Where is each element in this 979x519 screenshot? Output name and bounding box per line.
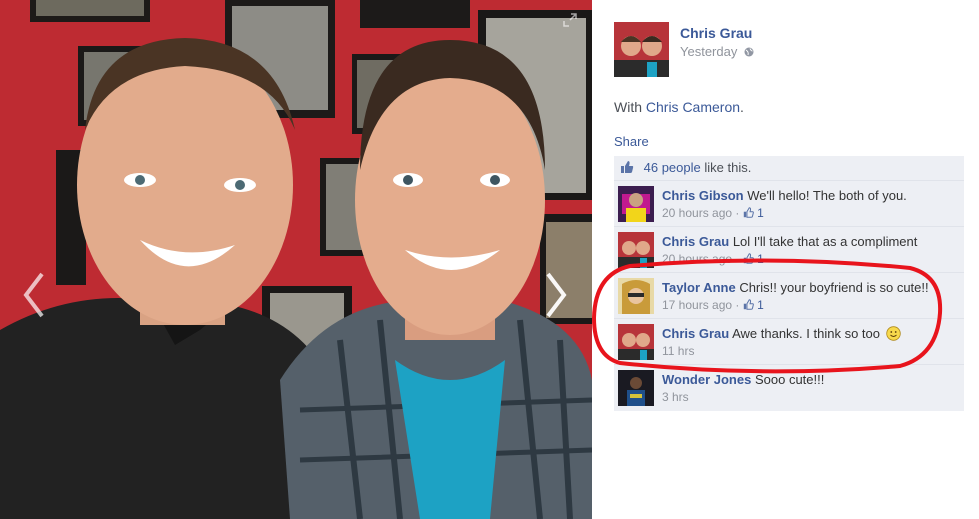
comment-text: Lol I'll take that as a compliment bbox=[732, 234, 918, 249]
smiley-icon bbox=[885, 326, 901, 341]
comment-body: Taylor Anne Chris!! your boyfriend is so… bbox=[662, 280, 929, 295]
post-author-name[interactable]: Chris Grau bbox=[680, 25, 752, 41]
comment-time[interactable]: 17 hours ago bbox=[662, 298, 732, 312]
avatar[interactable] bbox=[614, 22, 669, 77]
comment-body: Wonder Jones Sooo cute!!! bbox=[662, 372, 824, 387]
comment-time[interactable]: 20 hours ago bbox=[662, 206, 732, 220]
avatar[interactable] bbox=[618, 324, 654, 360]
thumbs-up-icon bbox=[743, 207, 754, 218]
thumbs-up-icon bbox=[743, 253, 754, 264]
avatar[interactable] bbox=[618, 370, 654, 406]
comment-time[interactable]: 3 hrs bbox=[662, 390, 689, 404]
comment-text: Awe thanks. I think so too bbox=[732, 326, 880, 341]
comment-time[interactable]: 20 hours ago bbox=[662, 252, 732, 266]
photo-image bbox=[0, 0, 592, 519]
post-time-text[interactable]: Yesterday bbox=[680, 44, 737, 59]
comment-author[interactable]: Wonder Jones bbox=[662, 372, 751, 387]
comment-like-count[interactable]: 1 bbox=[743, 206, 764, 220]
comment-author[interactable]: Chris Gibson bbox=[662, 188, 744, 203]
likes-summary: 46 people like this. bbox=[614, 156, 964, 181]
comment-time[interactable]: 11 hrs bbox=[662, 344, 694, 358]
thumbs-up-icon bbox=[743, 299, 754, 310]
comment-item: Chris Grau Lol I'll take that as a compl… bbox=[614, 227, 964, 273]
like-count-value: 1 bbox=[757, 206, 764, 220]
comments-section: 46 people like this. Chris Gibson We'll … bbox=[614, 156, 964, 411]
post-timestamp[interactable]: Yesterday bbox=[680, 44, 754, 59]
chevron-right-icon[interactable] bbox=[540, 270, 570, 320]
comment-author[interactable]: Chris Grau bbox=[662, 234, 729, 249]
like-count-value: 1 bbox=[757, 298, 764, 312]
comment-text: We'll hello! The both of you. bbox=[747, 188, 907, 203]
share-link[interactable]: Share bbox=[614, 134, 649, 149]
chevron-left-icon[interactable] bbox=[20, 270, 50, 320]
likes-suffix: like this. bbox=[704, 160, 752, 175]
with-prefix: With bbox=[614, 99, 642, 115]
comment-meta: 3 hrs bbox=[662, 390, 689, 404]
comment-body: Chris Gibson We'll hello! The both of yo… bbox=[662, 188, 907, 203]
comment-item: Wonder Jones Sooo cute!!! 3 hrs bbox=[614, 365, 964, 411]
tagged-with: With Chris Cameron. bbox=[614, 99, 744, 115]
photo-viewer[interactable] bbox=[0, 0, 592, 519]
comment-like-count[interactable]: 1 bbox=[743, 298, 764, 312]
comment-author[interactable]: Chris Grau bbox=[662, 326, 729, 341]
comment-item: Chris Grau Awe thanks. I think so too 11… bbox=[614, 319, 964, 365]
comment-meta: 11 hrs bbox=[662, 344, 694, 358]
globe-icon bbox=[744, 47, 754, 57]
comment-item: Taylor Anne Chris!! your boyfriend is so… bbox=[614, 273, 964, 319]
comment-meta: 17 hours ago · 1 bbox=[662, 298, 764, 312]
comment-meta: 20 hours ago · 1 bbox=[662, 206, 764, 220]
avatar[interactable] bbox=[618, 278, 654, 314]
like-count-value: 1 bbox=[757, 252, 764, 266]
post-panel: Chris Grau Yesterday With Chris Cameron.… bbox=[592, 0, 979, 519]
comment-meta: 20 hours ago · 1 bbox=[662, 252, 764, 266]
expand-icon[interactable] bbox=[562, 12, 578, 28]
thumbs-up-icon bbox=[621, 161, 634, 173]
comment-author[interactable]: Taylor Anne bbox=[662, 280, 736, 295]
avatar[interactable] bbox=[618, 186, 654, 222]
comment-body: Chris Grau Lol I'll take that as a compl… bbox=[662, 234, 917, 249]
comment-text: Sooo cute!!! bbox=[754, 372, 825, 387]
avatar[interactable] bbox=[618, 232, 654, 268]
likes-count-link[interactable]: 46 people bbox=[644, 160, 701, 175]
comment-body: Chris Grau Awe thanks. I think so too bbox=[662, 326, 901, 341]
comment-item: Chris Gibson We'll hello! The both of yo… bbox=[614, 181, 964, 227]
tagged-person-link[interactable]: Chris Cameron bbox=[646, 99, 740, 115]
comment-text: Chris!! your boyfriend is so cute!! bbox=[739, 280, 929, 295]
comment-like-count[interactable]: 1 bbox=[743, 252, 764, 266]
with-suffix: . bbox=[740, 99, 744, 115]
